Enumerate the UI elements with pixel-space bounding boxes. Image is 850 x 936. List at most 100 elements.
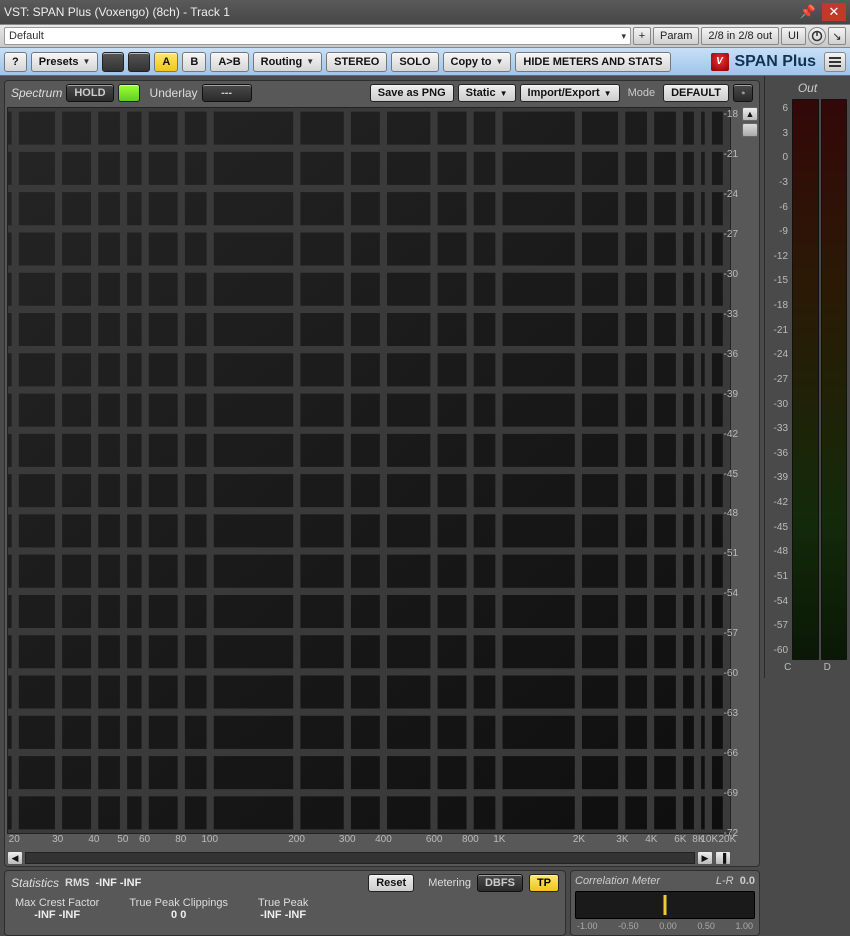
x-tick: 20 [9, 834, 20, 845]
correlation-label: Correlation Meter [575, 875, 660, 887]
corr-tick: 0.50 [697, 921, 715, 931]
slot-a-button[interactable]: A [154, 52, 178, 72]
crest-label: Max Crest Factor [15, 897, 99, 909]
reset-button[interactable]: Reset [368, 874, 414, 892]
y-scale-thumb[interactable] [742, 123, 758, 137]
spectrum-display[interactable] [7, 107, 731, 834]
x-scrollbar: ◀ ▶ ▐ [5, 850, 759, 866]
expand-button[interactable]: ↘ [828, 27, 846, 45]
undo-button[interactable] [102, 52, 124, 72]
x-tick: 200 [288, 834, 305, 845]
hide-meters-button[interactable]: HIDE METERS AND STATS [515, 52, 670, 72]
out-label: Out [768, 79, 847, 99]
x-tick: 800 [462, 834, 479, 845]
out-tick: 0 [768, 152, 788, 163]
out-tick: -39 [768, 472, 788, 483]
out-tick: -57 [768, 620, 788, 631]
preset-value: Default [9, 30, 44, 42]
window-titlebar: VST: SPAN Plus (Voxengo) (8ch) - Track 1… [0, 0, 850, 24]
out-tick: -36 [768, 448, 788, 459]
mode-default-button[interactable]: DEFAULT [663, 84, 729, 102]
gear-icon [741, 86, 745, 100]
out-tick: -24 [768, 349, 788, 360]
corr-tick: -1.00 [577, 921, 598, 931]
out-tick: -42 [768, 497, 788, 508]
add-preset-button[interactable]: + [633, 27, 651, 45]
out-meter-c [792, 99, 819, 660]
y-scale-up-button[interactable]: ▲ [742, 107, 758, 121]
x-scroll-left-button[interactable]: ◀ [7, 851, 23, 865]
correlation-panel: Correlation Meter L-R 0.0 -1.00-0.500.00… [570, 870, 760, 936]
out-tick: -9 [768, 226, 788, 237]
out-c-label: C [784, 662, 791, 673]
correlation-meter [575, 891, 755, 919]
underlay-select[interactable]: --- [202, 84, 252, 102]
x-tick: 20K [718, 834, 736, 845]
pin-icon[interactable]: 📌 [796, 3, 820, 21]
out-tick: -33 [768, 423, 788, 434]
window-title: VST: SPAN Plus (Voxengo) (8ch) - Track 1 [4, 5, 794, 19]
x-tick: 50 [117, 834, 128, 845]
x-tick: 1K [493, 834, 505, 845]
import-export-select[interactable]: Import/Export [520, 84, 620, 102]
tpc-value: 0 0 [129, 909, 228, 921]
out-tick: -3 [768, 177, 788, 188]
out-tick: -18 [768, 300, 788, 311]
tp-button[interactable]: TP [529, 874, 559, 892]
out-tick: 3 [768, 128, 788, 139]
save-png-button[interactable]: Save as PNG [370, 84, 454, 102]
hold-indicator[interactable] [118, 84, 140, 102]
preset-select[interactable]: Default ▾ [4, 27, 631, 45]
statistics-label: Statistics [11, 876, 59, 890]
settings-button[interactable] [733, 84, 753, 102]
spectrum-toolbar: Spectrum HOLD Underlay --- Save as PNG S… [5, 81, 759, 105]
x-scroll-right-button[interactable]: ▶ [697, 851, 713, 865]
x-tick: 100 [201, 834, 218, 845]
grid-icon [8, 108, 730, 833]
tpk-value: -INF -INF [258, 909, 308, 921]
mode-label: Mode [628, 87, 656, 99]
copy-to-button[interactable]: Copy to [443, 52, 512, 72]
chevron-down-icon: ▾ [621, 31, 626, 42]
ui-button[interactable]: UI [781, 27, 806, 45]
y-scale: ▲ -18-21-24-27-30-33-36-39-42-45-48-51-5… [731, 105, 759, 834]
help-button[interactable]: ? [4, 52, 27, 72]
x-tick: 30 [52, 834, 63, 845]
x-tick: 4K [645, 834, 657, 845]
close-button[interactable]: ✕ [822, 3, 846, 21]
x-scroll-track[interactable] [25, 852, 695, 864]
x-scroll-end-button[interactable]: ▐ [715, 851, 731, 865]
out-tick: -48 [768, 546, 788, 557]
corr-needle [664, 895, 667, 915]
slot-b-button[interactable]: B [182, 52, 206, 72]
solo-button[interactable]: SOLO [391, 52, 438, 72]
x-tick: 60 [139, 834, 150, 845]
corr-tick: -0.50 [618, 921, 639, 931]
out-tick: -60 [768, 645, 788, 656]
underlay-label: Underlay [150, 86, 198, 100]
hold-button[interactable]: HOLD [66, 84, 113, 102]
dbfs-button[interactable]: DBFS [477, 874, 523, 892]
corr-value: 0.0 [740, 875, 755, 887]
out-tick: -27 [768, 374, 788, 385]
param-button[interactable]: Param [653, 27, 699, 45]
rms-value: -INF -INF [95, 877, 141, 889]
bypass-toggle[interactable] [808, 27, 826, 45]
x-tick: 400 [375, 834, 392, 845]
routing-button[interactable]: Routing [253, 52, 322, 72]
a-to-b-button[interactable]: A>B [210, 52, 248, 72]
presets-button[interactable]: Presets [31, 52, 99, 72]
tpc-label: True Peak Clippings [129, 897, 228, 909]
power-icon [811, 30, 823, 42]
io-button[interactable]: 2/8 in 2/8 out [701, 27, 779, 45]
x-tick: 80 [175, 834, 186, 845]
redo-button[interactable] [128, 52, 150, 72]
x-tick: 300 [339, 834, 356, 845]
rms-label: RMS [65, 877, 89, 889]
stereo-button[interactable]: STEREO [326, 52, 387, 72]
crest-value: -INF -INF [15, 909, 99, 921]
static-select[interactable]: Static [458, 84, 516, 102]
corr-tick: 0.00 [659, 921, 677, 931]
hamburger-menu-button[interactable] [824, 52, 846, 72]
metering-label: Metering [428, 877, 471, 889]
